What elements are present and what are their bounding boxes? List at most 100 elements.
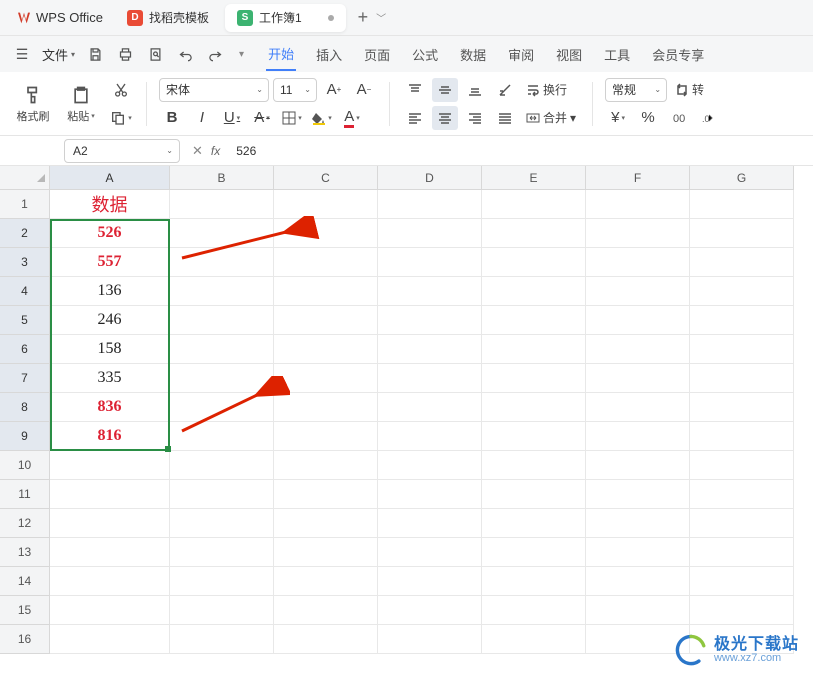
fill-color-button[interactable]: ▾ [309,106,335,130]
strikethrough-button[interactable]: A▾ [249,106,275,130]
cell[interactable] [170,596,274,625]
cell[interactable] [586,277,690,306]
cell[interactable] [690,393,794,422]
cell[interactable] [378,248,482,277]
currency-button[interactable]: ¥▾ [605,106,631,130]
align-middle-button[interactable] [432,78,458,102]
cell[interactable] [50,567,170,596]
cell[interactable] [378,219,482,248]
cell-A1[interactable]: 数据 [50,190,170,219]
cell[interactable] [586,422,690,451]
font-name-select[interactable]: 宋体⌄ [159,78,269,102]
file-menu[interactable]: 文件▾ [38,45,79,64]
cell[interactable] [274,335,378,364]
cell[interactable] [482,277,586,306]
number-format-select[interactable]: 常规⌄ [605,78,667,102]
add-tab-button[interactable]: + [358,7,369,28]
cell[interactable] [690,509,794,538]
cut-button[interactable] [108,78,134,102]
cell[interactable] [586,335,690,364]
cell[interactable] [482,248,586,277]
row-header[interactable]: 14 [0,567,50,596]
cell[interactable] [170,422,274,451]
cell[interactable] [482,451,586,480]
cell[interactable] [274,567,378,596]
cell[interactable] [378,509,482,538]
cell[interactable] [170,538,274,567]
underline-button[interactable]: U▾ [219,106,245,130]
cell[interactable] [378,625,482,654]
tab-overflow-button[interactable]: ﹀ [376,10,386,25]
cell[interactable] [690,306,794,335]
cell[interactable] [170,567,274,596]
align-right-button[interactable] [462,106,488,130]
cell[interactable] [274,596,378,625]
cell[interactable] [274,190,378,219]
row-header[interactable]: 9 [0,422,50,451]
border-button[interactable]: ▾ [279,106,305,130]
row-header[interactable]: 11 [0,480,50,509]
tab-start[interactable]: 开始 [266,38,296,71]
cell[interactable] [690,451,794,480]
font-size-select[interactable]: 11⌄ [273,78,317,102]
cell-A5[interactable]: 246 [50,306,170,335]
cell-A8[interactable]: 836 [50,393,170,422]
cell[interactable] [170,219,274,248]
cell[interactable] [378,451,482,480]
cell[interactable] [482,625,586,654]
copy-button[interactable]: ▾ [108,106,134,130]
row-header[interactable]: 10 [0,451,50,480]
row-header[interactable]: 1 [0,190,50,219]
spreadsheet[interactable]: A B C D E F G 1 2 3 4 5 6 7 8 9 10 11 12… [0,166,813,683]
cell[interactable] [586,219,690,248]
cell[interactable] [378,393,482,422]
cell[interactable] [274,306,378,335]
cell[interactable] [274,509,378,538]
cell[interactable] [690,277,794,306]
cell[interactable] [586,364,690,393]
cell-A6[interactable]: 158 [50,335,170,364]
font-color-button[interactable]: A▾ [339,106,365,130]
col-header-B[interactable]: B [170,166,274,190]
col-header-C[interactable]: C [274,166,378,190]
bold-button[interactable]: B [159,106,185,130]
cell[interactable] [274,451,378,480]
cell[interactable] [482,480,586,509]
tab-review[interactable]: 审阅 [506,39,536,70]
cell[interactable] [170,277,274,306]
cell-grid[interactable]: 数据 526 557 136 246 158 335 836 816 [50,190,794,654]
col-header-D[interactable]: D [378,166,482,190]
cell[interactable] [170,335,274,364]
cell[interactable] [50,480,170,509]
cell[interactable] [482,596,586,625]
cell[interactable] [482,393,586,422]
align-top-button[interactable] [402,78,428,102]
row-header[interactable]: 12 [0,509,50,538]
cell[interactable] [170,306,274,335]
row-header[interactable]: 3 [0,248,50,277]
cell[interactable] [482,335,586,364]
cell[interactable] [586,538,690,567]
decimal-button[interactable]: .0 [695,106,721,130]
align-center-button[interactable] [432,106,458,130]
cell[interactable] [378,422,482,451]
transpose-button[interactable]: 转 [671,78,708,102]
paste-button[interactable]: 粘贴▾ [60,78,102,130]
cell[interactable] [50,509,170,538]
cell[interactable] [274,277,378,306]
cell[interactable] [690,190,794,219]
cell-A9[interactable]: 816 [50,422,170,451]
cell-A2[interactable]: 526 [50,219,170,248]
cell[interactable] [586,190,690,219]
cell[interactable] [482,422,586,451]
cell[interactable] [586,509,690,538]
cell[interactable] [274,219,378,248]
cancel-formula-icon[interactable]: ✕ [192,143,203,159]
cell[interactable] [170,451,274,480]
tab-workbook[interactable]: S 工作簿1 [225,4,346,32]
tab-data[interactable]: 数据 [458,39,488,70]
name-box[interactable]: A2 ⌄ [64,139,180,163]
cell[interactable] [690,538,794,567]
row-header[interactable]: 8 [0,393,50,422]
cell[interactable] [586,393,690,422]
